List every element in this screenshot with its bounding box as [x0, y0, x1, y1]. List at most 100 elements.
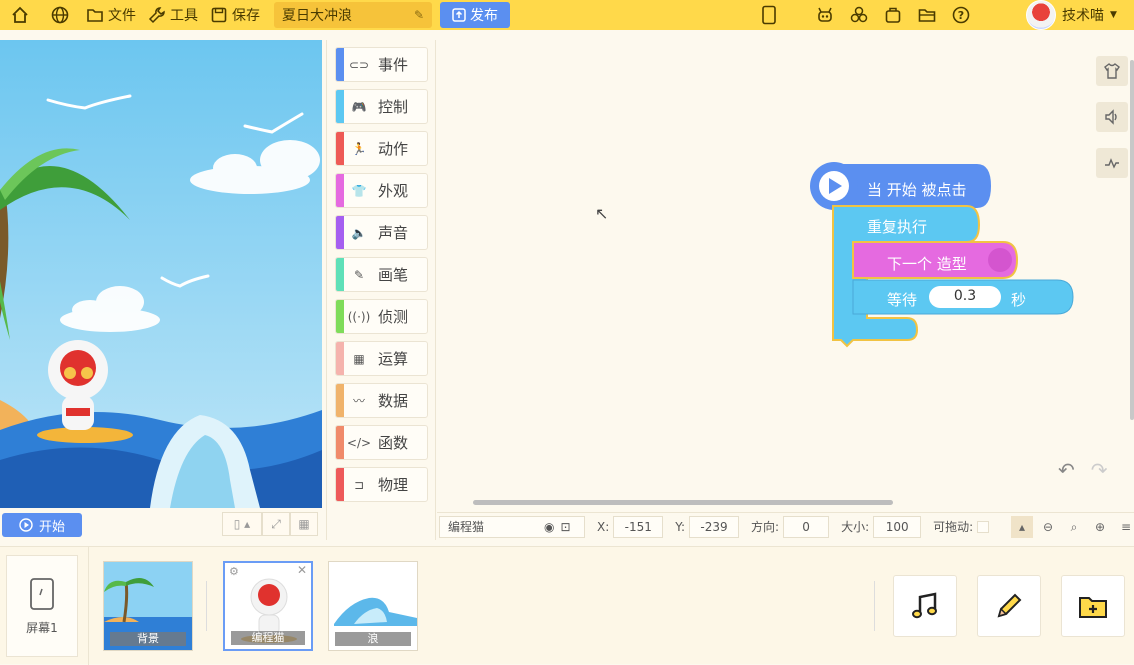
home-icon[interactable]: [0, 0, 40, 30]
upload-icon: [452, 8, 466, 22]
start-label: 开始: [38, 519, 65, 535]
project-name: 夏日大冲浪: [282, 8, 352, 24]
sprite-name-field[interactable]: 编程猫 ◉ ⊡: [439, 515, 585, 538]
category-11[interactable]: ⊐ 物理: [335, 467, 428, 502]
folder-icon: [87, 9, 103, 22]
costume-shirt-icon[interactable]: [1096, 56, 1128, 86]
sprite-thumbnail-cat[interactable]: ⚙ ✕ 编程猫: [223, 561, 313, 651]
copy-icon[interactable]: ⚙: [229, 565, 239, 578]
category-3[interactable]: 🏃 动作: [335, 131, 428, 166]
project-name-field[interactable]: 夏日大冲浪 ✎: [274, 2, 432, 28]
category-label: 事件: [378, 56, 409, 74]
variable-chart-icon[interactable]: [1096, 148, 1128, 178]
robot-icon[interactable]: [808, 0, 842, 30]
publish-button[interactable]: 发布: [440, 2, 510, 28]
pencil-icon: [997, 593, 1022, 618]
sprite-thumbnail-wave[interactable]: 浪: [328, 561, 418, 651]
category-1[interactable]: ⊂⊃ 事件: [335, 47, 428, 82]
file-menu[interactable]: 文件: [80, 0, 142, 30]
size-input[interactable]: 100: [873, 515, 922, 538]
direction-input[interactable]: 0: [783, 515, 830, 538]
direction-label: 方向:: [751, 520, 780, 534]
avatar: [1026, 0, 1056, 30]
draw-sprite-button[interactable]: [977, 575, 1041, 637]
username: 技术喵: [1062, 8, 1104, 24]
category-label: 动作: [378, 140, 409, 158]
user-menu[interactable]: 技术喵 ▼: [1026, 0, 1117, 30]
zoom-out-icon[interactable]: ⊖: [1037, 516, 1059, 538]
category-color-bar: [336, 300, 344, 333]
bag-icon[interactable]: [876, 0, 910, 30]
x-input[interactable]: -151: [613, 515, 664, 538]
toggle-icon: ⊂⊃: [348, 57, 370, 72]
sprite-thumbnail-background[interactable]: 背景: [103, 561, 193, 651]
category-label: 声音: [378, 224, 409, 242]
grid-icon[interactable]: ▦: [290, 512, 318, 536]
fullscreen-icon[interactable]: ⤢: [262, 512, 290, 536]
add-sprite-folder-button[interactable]: [1061, 575, 1125, 637]
screen-card[interactable]: 屏幕1: [6, 555, 78, 657]
category-color-bar: [336, 342, 344, 375]
loop-block-label: 重复执行: [867, 218, 928, 236]
category-label: 画笔: [378, 266, 409, 284]
zoom-collapse-icon[interactable]: ▴: [1011, 516, 1033, 538]
globe-icon[interactable]: [40, 0, 80, 30]
stage-canvas[interactable]: [0, 40, 322, 508]
folder-add-icon: [1079, 597, 1107, 618]
chart-icon: 〰: [352, 394, 365, 408]
x-label: X:: [597, 519, 610, 534]
phone-icon[interactable]: [752, 0, 786, 30]
zoom-in-icon[interactable]: ⊕: [1089, 516, 1111, 538]
zoom-reset-icon[interactable]: ⌕: [1063, 516, 1085, 538]
device-switch-icon[interactable]: ▯ ▴: [222, 512, 262, 536]
file-menu-label: 文件: [108, 8, 136, 24]
y-input[interactable]: -239: [689, 515, 740, 538]
category-9[interactable]: 〰数据: [335, 383, 428, 418]
undo-redo-controls: ↶ ↷: [1058, 458, 1108, 482]
category-label: 外观: [378, 182, 409, 200]
y-label: Y:: [675, 519, 686, 534]
eye-icon[interactable]: ◉: [544, 520, 554, 534]
save-button[interactable]: 保存: [204, 0, 266, 30]
category-2[interactable]: 🎮 控制: [335, 89, 428, 124]
edit-pencil-icon: ✎: [413, 8, 424, 22]
block-category-palette: ⊂⊃ 事件 🎮 控制 🏃 动作 👕 外观 🔈 声音 ✎ 画笔 ((·)) 侦测 ▦ 运算〰数据 </> 函数 ⊐ 物理: [326, 40, 436, 540]
play-icon: [19, 518, 33, 532]
sprite-name: 编程猫: [448, 520, 485, 534]
next-costume-label: 下一个 造型: [887, 255, 967, 273]
music-note-icon: [912, 592, 937, 619]
folder-stack-icon[interactable]: [910, 0, 944, 30]
category-7[interactable]: ((·)) 侦测: [335, 299, 428, 334]
wrench-icon: [148, 7, 165, 24]
vertical-scrollbar[interactable]: [1130, 60, 1134, 420]
category-4[interactable]: 👕 外观: [335, 173, 428, 208]
shirt-icon: 👕: [351, 183, 367, 198]
script-workspace[interactable]: 当 开始 被点击 重复执行 下一个 造型 等待 0.3 秒 ↖: [437, 40, 1134, 510]
wait-seconds-input[interactable]: 0.3: [929, 288, 1001, 304]
running-icon: 🏃: [351, 141, 367, 156]
help-icon[interactable]: ?: [944, 0, 978, 30]
draggable-checkbox[interactable]: [977, 520, 990, 533]
category-5[interactable]: 🔈 声音: [335, 215, 428, 250]
start-button[interactable]: 开始: [2, 513, 82, 537]
tools-menu[interactable]: 工具: [142, 0, 204, 30]
size-label: 大小:: [841, 520, 870, 534]
svg-text:?: ?: [958, 9, 964, 22]
mouse-cursor-icon: ↖: [595, 204, 609, 223]
close-icon[interactable]: ✕: [297, 563, 307, 577]
undo-icon[interactable]: ↶: [1058, 458, 1075, 482]
lock-icon[interactable]: ⊡: [561, 520, 571, 534]
wait-label: 等待: [887, 291, 918, 309]
menu-icon[interactable]: ≡: [1115, 516, 1134, 538]
category-10[interactable]: </> 函数: [335, 425, 428, 460]
redo-icon[interactable]: ↷: [1091, 458, 1108, 482]
chevron-down-icon: ▼: [1110, 10, 1117, 20]
cubes-icon[interactable]: [842, 0, 876, 30]
horizontal-scrollbar[interactable]: [473, 500, 893, 505]
sound-speaker-icon[interactable]: [1096, 102, 1128, 132]
sprite-tray: 屏幕1 背景 ⚙ ✕ 编程猫 浪: [0, 546, 1134, 665]
add-music-button[interactable]: [893, 575, 957, 637]
category-6[interactable]: ✎ 画笔: [335, 257, 428, 292]
sprite-caption: 浪: [335, 632, 411, 646]
category-8[interactable]: ▦ 运算: [335, 341, 428, 376]
